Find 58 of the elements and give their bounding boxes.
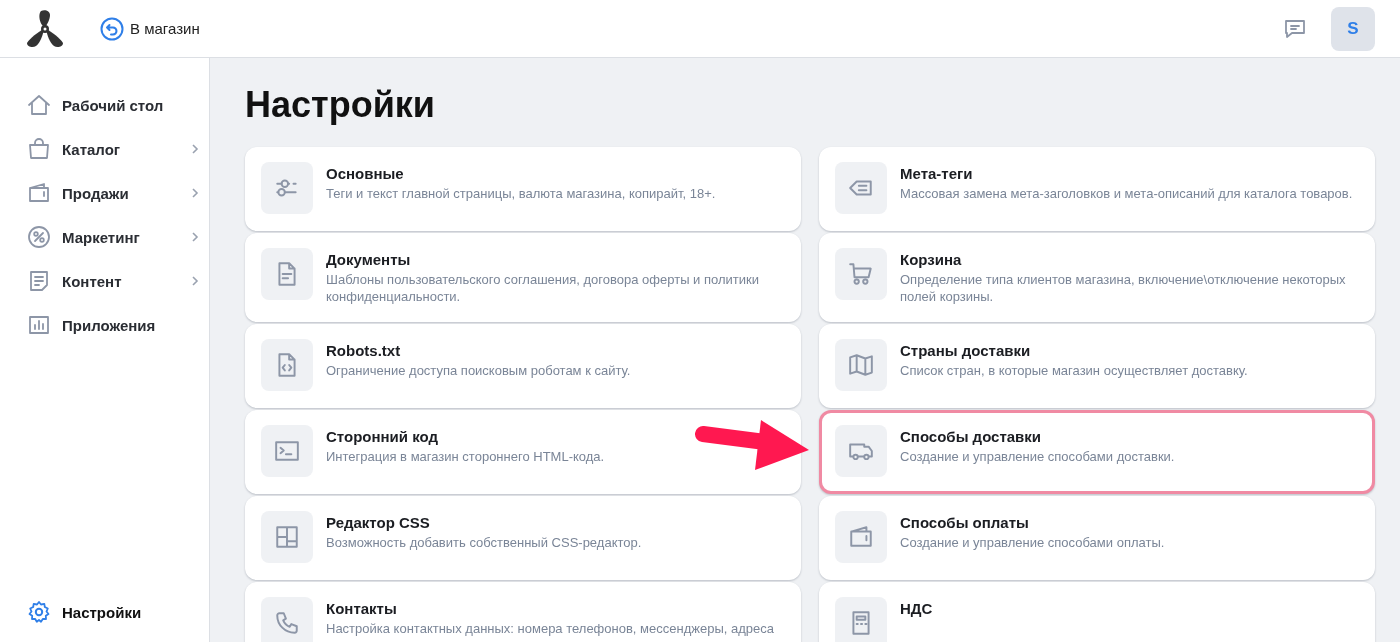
card-description: Массовая замена мета-заголовков и мета-описаний для каталога товаров. <box>900 185 1353 202</box>
cart-icon <box>848 261 874 287</box>
phone-icon <box>274 610 300 636</box>
card-title: Основные <box>326 165 405 183</box>
card-title: Мета-теги <box>900 165 974 183</box>
document-icon <box>27 269 51 293</box>
sidebar-item[interactable]: Настройки <box>0 590 209 634</box>
card-title: Способы доставки <box>900 428 1043 446</box>
sidebar-item[interactable]: Продажи <box>0 171 209 215</box>
logo-icon <box>26 9 64 48</box>
page-title: Настройки <box>245 84 436 126</box>
settings-card[interactable]: Редактор CSS Возможность добавить собственный CSS-редактор. <box>245 496 801 580</box>
card-description: Настройка контактных данных: номера телефонов, мессенджеры, адреса <box>326 620 774 637</box>
wallet-icon <box>848 524 874 550</box>
card-title: Robots.txt <box>326 342 402 360</box>
settings-card[interactable]: Страны доставки Список стран, в которые магазин осуществляет доставку. <box>819 324 1375 408</box>
settings-card[interactable]: Контакты Настройка контактных данных: номера телефонов, мессенджеры, адреса <box>245 582 801 642</box>
settings-card[interactable]: Способы доставки Создание и управление способами доставки. <box>819 410 1375 494</box>
settings-card[interactable]: Мета-теги Массовая замена мета-заголовков и мета-описаний для каталога товаров. <box>819 147 1375 231</box>
settings-card[interactable]: НДС <box>819 582 1375 642</box>
card-description: Список стран, в которые магазин осуществляет доставку. <box>900 362 1248 379</box>
card-description: Возможность добавить собственный CSS-редактор. <box>326 534 642 551</box>
card-description: Теги и текст главной страницы, валюта магазина, копирайт, 18+. <box>326 185 716 202</box>
card-description: Шаблоны пользовательского соглашения, договора оферты и политики конфиденциальности. <box>326 271 760 305</box>
card-title: Способы оплаты <box>900 514 1030 532</box>
card-title: Контакты <box>326 600 398 618</box>
percent-icon <box>27 225 51 249</box>
bar-chart-icon <box>27 313 51 337</box>
card-description: Интеграция в магазин стороннего HTML-кода. <box>326 448 605 465</box>
home-icon <box>27 93 51 117</box>
card-description: Создание и управление способами доставки. <box>900 448 1175 465</box>
sidebar-item[interactable]: Маркетинг <box>0 215 209 259</box>
sidebar-item[interactable]: Контент <box>0 259 209 303</box>
card-description: Создание и управление способами оплаты. <box>900 534 1165 551</box>
map-icon <box>848 352 874 378</box>
settings-icon <box>27 600 51 624</box>
settings-card[interactable]: Основные Теги и текст главной страницы, валюта магазина, копирайт, 18+. <box>245 147 801 231</box>
settings-card[interactable]: Сторонний код Интеграция в магазин стороннего HTML-кода. <box>245 410 801 494</box>
settings-card[interactable]: Корзина Определение типа клиентов магазина, включение\отключение некоторых полей корзины. <box>819 233 1375 322</box>
card-description: Определение типа клиентов магазина, включение\отключение некоторых полей корзины. <box>900 271 1347 305</box>
sidebar-item[interactable]: Каталог <box>0 127 209 171</box>
card-title: Сторонний код <box>326 428 439 446</box>
terminal-icon <box>274 438 300 464</box>
sidebar-item[interactable]: Приложения <box>0 303 209 347</box>
layout-icon <box>274 524 300 550</box>
wallet-icon <box>27 181 51 205</box>
shopping-bag-icon <box>27 137 51 161</box>
settings-card[interactable]: Robots.txt Ограничение доступа поисковым роботам к сайту. <box>245 324 801 408</box>
sidebar-item[interactable]: Рабочий стол <box>0 83 209 127</box>
card-title: НДС <box>900 600 933 618</box>
back-to-store-link[interactable]: В магазин <box>100 16 200 41</box>
card-title: Страны доставки <box>900 342 1032 360</box>
card-title: Редактор CSS <box>326 514 431 532</box>
settings-card[interactable]: Документы Шаблоны пользовательского соглашения, договора оферты и политики конфиденциальности. <box>245 233 801 322</box>
card-description: Ограничение доступа поисковым роботам к сайту. <box>326 362 631 379</box>
card-title: Документы <box>326 251 412 269</box>
settings-card[interactable]: Способы оплаты Создание и управление способами оплаты. <box>819 496 1375 580</box>
card-title: Корзина <box>900 251 963 269</box>
